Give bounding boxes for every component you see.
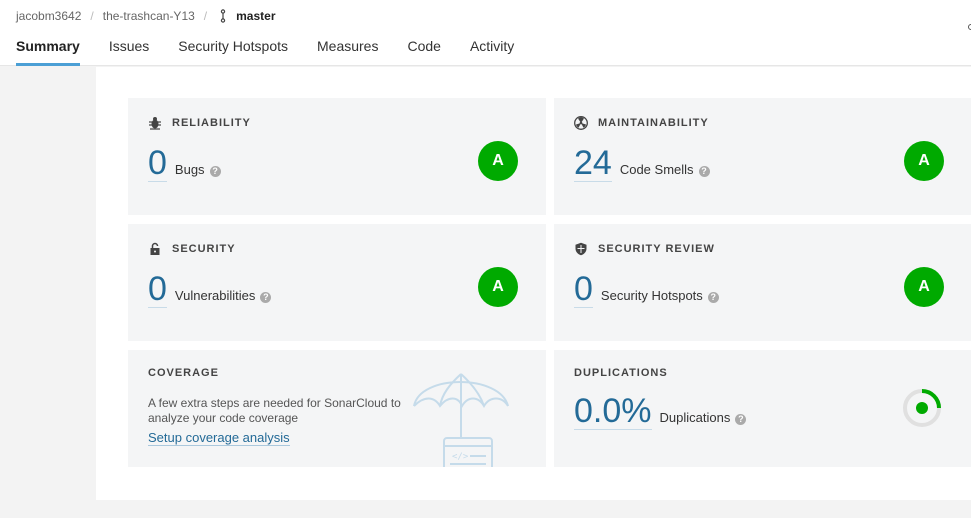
vulnerabilities-label: Vulnerabilities xyxy=(174,288,256,303)
coverage-card: COVERAGE A few extra steps are needed fo… xyxy=(128,350,546,467)
branch-icon xyxy=(220,9,226,23)
bugs-count[interactable]: 0 xyxy=(148,146,167,182)
security-hotspots-count[interactable]: 0 xyxy=(574,272,593,308)
lock-icon xyxy=(150,242,160,255)
help-icon[interactable]: ? xyxy=(209,166,221,177)
security-review-title: SECURITY REVIEW xyxy=(598,243,715,255)
branch-name[interactable]: master xyxy=(236,9,275,23)
reliability-grade[interactable]: A xyxy=(478,141,518,181)
coverage-title: COVERAGE xyxy=(148,367,219,379)
top-bar: jacobm3642 / the-trashcan-Y13 / master S… xyxy=(0,0,971,66)
tab-issues[interactable]: Issues xyxy=(109,38,149,66)
duplications-label: Duplications xyxy=(659,410,731,425)
security-review-card: SECURITY REVIEW 0 Security Hotspots ? A xyxy=(554,224,971,341)
tab-security-hotspots[interactable]: Security Hotspots xyxy=(178,38,288,66)
breadcrumb-separator: / xyxy=(90,9,94,23)
bugs-label: Bugs xyxy=(174,162,205,177)
tab-measures[interactable]: Measures xyxy=(317,38,378,66)
reliability-card: RELIABILITY 0 Bugs ? A xyxy=(128,98,546,215)
overview-panel: RELIABILITY 0 Bugs ? A MAINTAINABILITY 2… xyxy=(96,67,971,500)
setup-coverage-link[interactable]: Setup coverage analysis xyxy=(148,430,290,446)
radiation-icon xyxy=(574,116,588,130)
breadcrumb-project[interactable]: the-trashcan-Y13 xyxy=(103,9,195,23)
code-smells-count[interactable]: 24 xyxy=(574,146,612,182)
help-icon[interactable]: ? xyxy=(260,292,272,303)
maintainability-title: MAINTAINABILITY xyxy=(598,117,709,129)
maintainability-grade[interactable]: A xyxy=(904,141,944,181)
security-review-grade[interactable]: A xyxy=(904,267,944,307)
vulnerabilities-count[interactable]: 0 xyxy=(148,272,167,308)
maintainability-card: MAINTAINABILITY 24 Code Smells ? A xyxy=(554,98,971,215)
duplications-card: DUPLICATIONS 0.0% Duplications ? xyxy=(554,350,971,467)
code-smells-label: Code Smells xyxy=(619,162,694,177)
tab-summary[interactable]: Summary xyxy=(16,38,80,66)
help-icon[interactable]: ? xyxy=(698,166,710,177)
nav-tabs: Summary Issues Security Hotspots Measure… xyxy=(16,38,543,66)
breadcrumb-separator: / xyxy=(203,9,208,23)
duplications-donut-icon[interactable] xyxy=(901,387,943,429)
tab-activity[interactable]: Activity xyxy=(470,38,514,66)
security-card: SECURITY 0 Vulnerabilities ? A xyxy=(128,224,546,341)
svg-text:</>: </> xyxy=(452,452,469,462)
shield-icon xyxy=(575,242,587,256)
duplications-value[interactable]: 0.0% xyxy=(574,394,652,430)
help-icon[interactable]: ? xyxy=(707,292,719,303)
coverage-description: A few extra steps are needed for SonarCl… xyxy=(148,396,401,425)
duplications-title: DUPLICATIONS xyxy=(574,367,668,379)
reliability-title: RELIABILITY xyxy=(172,117,251,129)
breadcrumb: jacobm3642 / the-trashcan-Y13 / master xyxy=(16,9,276,23)
bug-icon xyxy=(149,117,161,130)
security-hotspots-label: Security Hotspots xyxy=(600,288,703,303)
tab-code[interactable]: Code xyxy=(407,38,440,66)
help-icon[interactable]: ? xyxy=(735,414,747,425)
security-grade[interactable]: A xyxy=(478,267,518,307)
breadcrumb-org[interactable]: jacobm3642 xyxy=(16,9,81,23)
security-title: SECURITY xyxy=(172,243,236,255)
umbrella-illustration-icon: </> xyxy=(413,373,509,467)
